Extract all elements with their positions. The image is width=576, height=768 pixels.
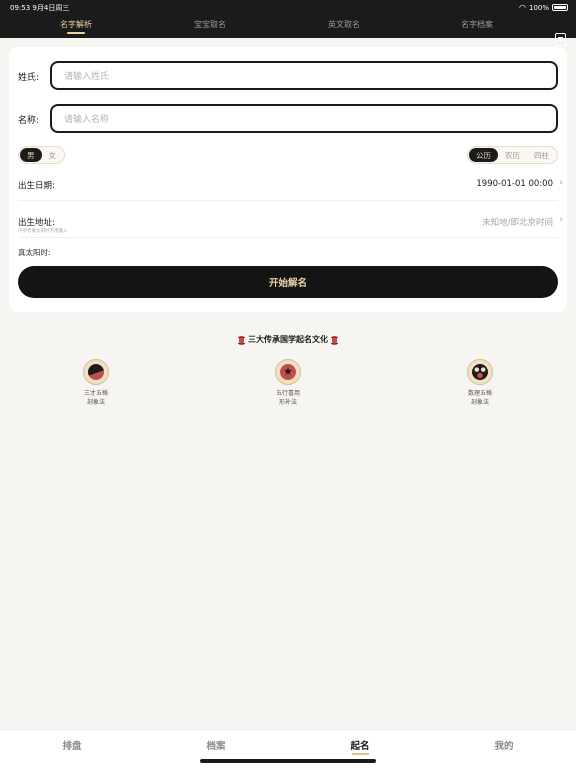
- notes-icon-line: [558, 37, 563, 38]
- solar-time-label: 真太阳时:: [18, 248, 51, 257]
- sancai-wuge-icon: [83, 359, 109, 385]
- status-date: 9月4日周三: [32, 4, 70, 12]
- culture-item-line2: 剖象法: [86, 399, 105, 406]
- name-label: 名称:: [18, 116, 40, 126]
- sancai-wuge-icon-inner: [88, 364, 104, 380]
- gender-male-option[interactable]: 男: [20, 148, 42, 162]
- gender-toggle: 男 女: [18, 146, 65, 164]
- divider: [18, 200, 558, 201]
- birth-date-value: 1990-01-01 00:00: [476, 179, 553, 189]
- birth-place-hint: 不参考真太阳时不用输入: [18, 229, 68, 234]
- culture-item-text: 五行喜用 形补法: [253, 389, 323, 407]
- notes-icon[interactable]: [555, 33, 566, 46]
- calendar-lunar-option[interactable]: 农历: [498, 148, 527, 162]
- gender-female-option[interactable]: 女: [42, 148, 64, 162]
- calendar-toggle: 公历 农历 四柱: [467, 146, 558, 164]
- nav-active-indicator: [352, 753, 369, 755]
- notes-icon-line: [558, 40, 563, 41]
- wuxing-star-icon-inner: ★: [280, 364, 296, 380]
- scroll-ornament-icon: [238, 335, 245, 345]
- culture-item-wuxing: ★ 五行喜用 形补法: [253, 359, 323, 407]
- nav-me[interactable]: 我的: [474, 738, 534, 752]
- home-indicator[interactable]: [200, 759, 376, 763]
- culture-title-text: 三大传承国学起名文化: [248, 334, 328, 344]
- divider: [18, 237, 558, 238]
- culture-item-sancai: 三才五格 剖象法: [61, 359, 131, 407]
- battery-icon: [552, 4, 568, 11]
- culture-item-shuli: 数理五格 剖象法: [445, 359, 515, 407]
- tab-baby-naming[interactable]: 宝宝取名: [170, 19, 250, 30]
- calendar-pillars-option[interactable]: 四柱: [527, 148, 556, 162]
- status-clock: 09:53: [10, 4, 31, 12]
- tab-name-archive[interactable]: 名字档案: [437, 19, 517, 30]
- form-card: 姓氏: 请输入姓氏 名称: 请输入名称 男 女 公历 农历 四柱 出生日期: 1…: [9, 47, 567, 312]
- wifi-icon: ◠: [519, 3, 526, 12]
- wuxing-star-icon: ★: [275, 359, 301, 385]
- culture-item-line2: 剖象法: [470, 399, 489, 406]
- top-bar: 09:53 9月4日周三 ◠ 100% 名字解析 宝宝取名 英文取名 名字档案: [0, 0, 576, 46]
- chevron-right-icon: ›: [559, 215, 563, 225]
- status-time: 09:53 9月4日周三: [10, 3, 69, 13]
- name-input[interactable]: 请输入名称: [50, 104, 558, 133]
- status-right: ◠ 100%: [519, 3, 568, 12]
- nav-archive[interactable]: 档案: [186, 738, 246, 752]
- shuli-dots-icon-inner: [472, 364, 488, 380]
- start-analysis-button[interactable]: 开始解名: [18, 266, 558, 298]
- calendar-solar-option[interactable]: 公历: [469, 148, 498, 162]
- culture-item-line1: 数理五格: [467, 390, 492, 397]
- culture-title: 三大传承国学起名文化: [0, 334, 576, 345]
- tab-name-analysis[interactable]: 名字解析: [36, 19, 116, 30]
- birth-date-label: 出生日期:: [18, 181, 55, 191]
- scroll-ornament-icon: [331, 335, 338, 345]
- birth-place-value: 未知地/即北京时间: [482, 218, 553, 228]
- surname-input[interactable]: 请输入姓氏: [50, 61, 558, 90]
- active-tab-indicator: [67, 32, 85, 34]
- surname-label: 姓氏:: [18, 73, 40, 83]
- culture-item-line2: 形补法: [278, 399, 297, 406]
- culture-item-line1: 五行喜用: [275, 390, 300, 397]
- nav-paipan[interactable]: 排盘: [42, 738, 102, 752]
- status-bar: 09:53 9月4日周三 ◠ 100%: [0, 0, 576, 14]
- shuli-dots-icon: [467, 359, 493, 385]
- tab-english-naming[interactable]: 英文取名: [304, 19, 384, 30]
- birth-place-label: 出生地址:: [18, 218, 55, 228]
- culture-item-text: 三才五格 剖象法: [61, 389, 131, 407]
- battery-percent: 100%: [528, 3, 549, 12]
- culture-item-line1: 三才五格: [83, 390, 108, 397]
- nav-naming[interactable]: 起名: [330, 738, 390, 752]
- top-tabs: 名字解析 宝宝取名 英文取名 名字档案: [0, 14, 576, 46]
- culture-item-text: 数理五格 剖象法: [445, 389, 515, 407]
- chevron-right-icon: ›: [559, 178, 563, 188]
